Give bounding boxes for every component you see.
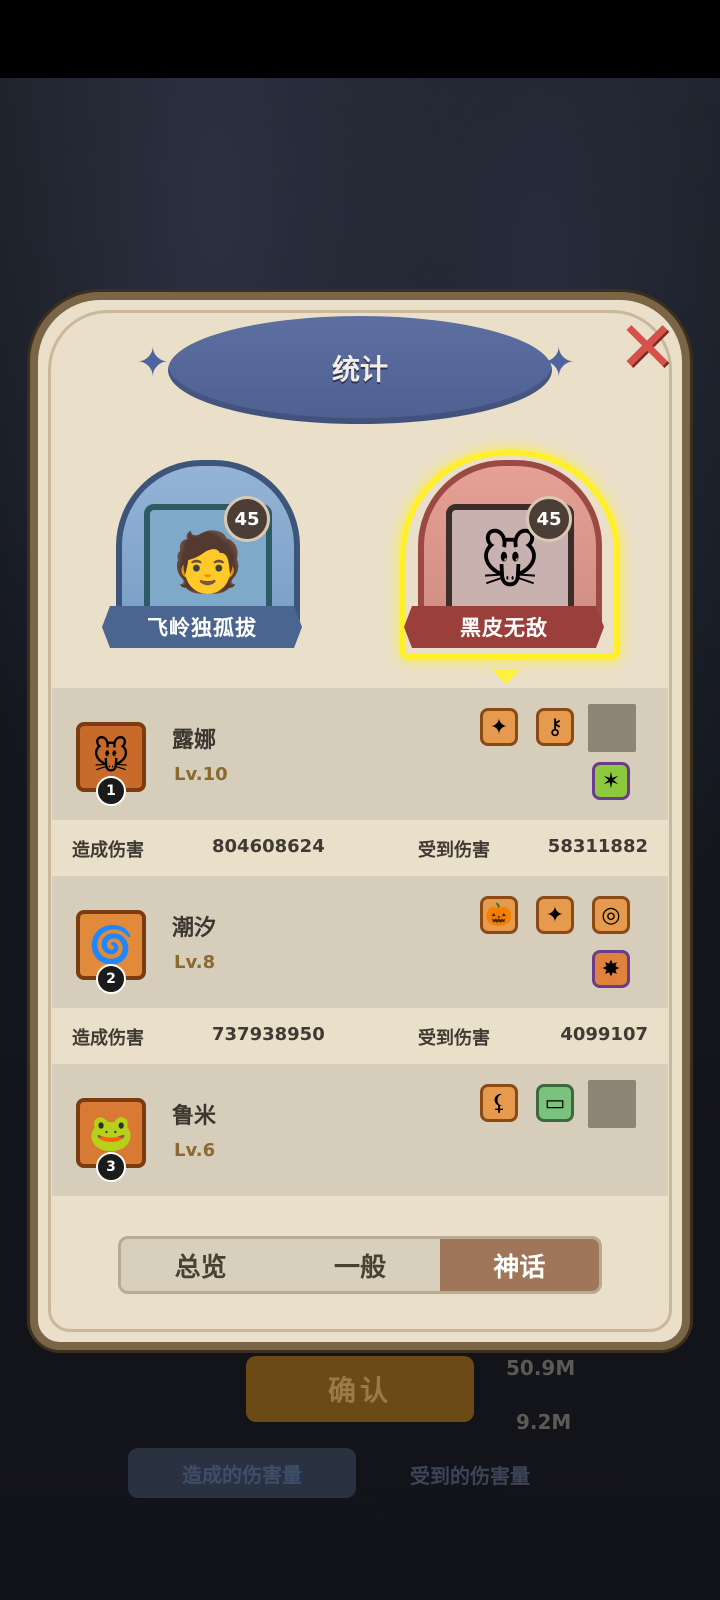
team-level-badge: 45 (224, 496, 270, 542)
background-confirm-button: 确认 (246, 1356, 474, 1422)
tab-overview[interactable]: 总览 (121, 1239, 280, 1291)
selected-pointer-icon (492, 670, 520, 684)
equipment-slot-icon[interactable]: ✦ (536, 896, 574, 934)
hero-stats-row: 造成伤害 737938950 受到伤害 4099107 (52, 1008, 668, 1064)
damage-dealt-label: 造成伤害 (72, 840, 144, 861)
rank-badge: 3 (96, 1152, 126, 1182)
hero-stats-row: 造成伤害 804608624 受到伤害 58311882 (52, 820, 668, 876)
hero-row[interactable]: 🐭 1 露娜 Lv.10 ✦ ⚷ ✶ (52, 688, 668, 820)
hero-list[interactable]: 🐭 1 露娜 Lv.10 ✦ ⚷ ✶ 造成伤害 804608624 受到伤害 5… (52, 688, 668, 1204)
team-name: 黑皮无敌 (404, 606, 604, 648)
background-tab-taken: 受到的伤害量 (410, 1464, 530, 1488)
empty-slot[interactable] (588, 704, 636, 752)
hero-name: 鲁米 (172, 1104, 217, 1129)
damage-dealt-value: 804608624 (212, 836, 325, 857)
team-name: 飞岭独孤拔 (102, 606, 302, 648)
equipment-slot-icon[interactable]: ✦ (480, 708, 518, 746)
empty-slot[interactable] (588, 1080, 636, 1128)
equipment-slot-icon[interactable]: ◎ (592, 896, 630, 934)
equipment-slot-icon[interactable]: ⚷ (536, 708, 574, 746)
background-tab-dealt: 造成的伤害量 (128, 1448, 356, 1498)
hero-level: Lv.6 (174, 1140, 216, 1161)
team-card-1[interactable]: 🧑 45 飞岭独孤拔 (102, 460, 302, 660)
rank-badge: 2 (96, 964, 126, 994)
team-level-badge: 45 (526, 496, 572, 542)
damage-taken-label: 受到伤害 (418, 1028, 490, 1049)
hero-name: 露娜 (172, 728, 217, 753)
rank-badge: 1 (96, 776, 126, 806)
background-value: 9.2M (516, 1410, 572, 1434)
artifact-icon[interactable]: ✶ (592, 762, 630, 800)
equipment-slot-icon[interactable]: 🎃 (480, 896, 518, 934)
hero-row[interactable]: 🌀 2 潮汐 Lv.8 🎃 ✦ ◎ ✸ (52, 876, 668, 1008)
hero-level: Lv.8 (174, 952, 216, 973)
background-value: 50.9M (506, 1356, 576, 1380)
team-card-2[interactable]: 🐭 45 黑皮无敌 (400, 450, 620, 660)
damage-dealt-label: 造成伤害 (72, 1028, 144, 1049)
artifact-icon[interactable]: ✸ (592, 950, 630, 988)
equipment-slot-icon[interactable]: ⚸ (480, 1084, 518, 1122)
hero-level: Lv.10 (174, 764, 228, 785)
category-tabs: 总览 一般 神话 (118, 1236, 602, 1294)
hero-row[interactable]: 🐸 3 鲁米 Lv.6 ⚸ ▭ (52, 1064, 668, 1196)
close-button[interactable]: ✕ (616, 312, 678, 382)
damage-taken-value: 4099107 (560, 1024, 648, 1045)
equipment-slot-icon[interactable]: ▭ (536, 1084, 574, 1122)
damage-taken-value: 58311882 (547, 836, 648, 857)
damage-taken-label: 受到伤害 (418, 840, 490, 861)
damage-dealt-value: 737938950 (212, 1024, 325, 1045)
status-bar-area (0, 0, 720, 78)
dialog-title: 统计 (331, 353, 388, 386)
close-x-icon: ✕ (617, 306, 677, 388)
star-ornament-icon: ✦ (136, 340, 170, 386)
tab-mythic[interactable]: 神话 (439, 1239, 599, 1291)
tab-normal[interactable]: 一般 (280, 1239, 439, 1291)
hero-name: 潮汐 (172, 916, 217, 941)
